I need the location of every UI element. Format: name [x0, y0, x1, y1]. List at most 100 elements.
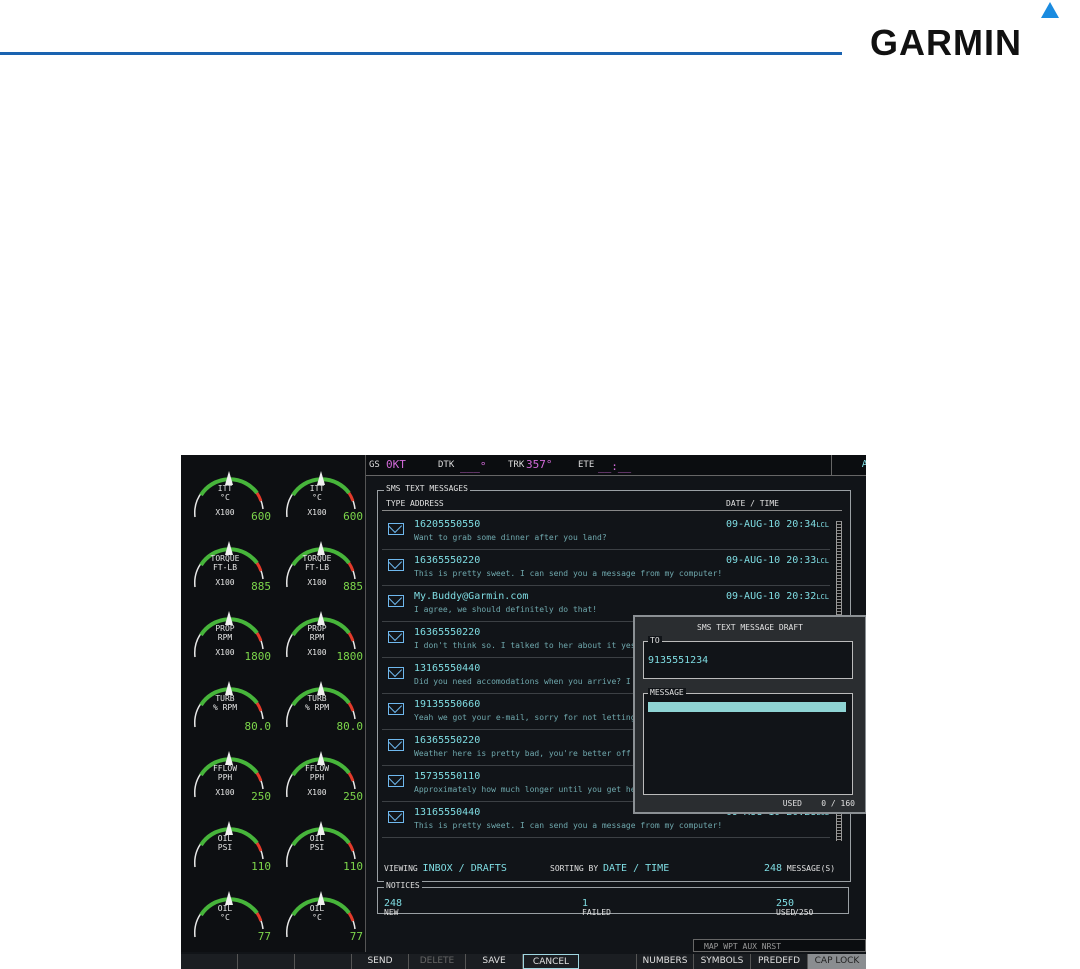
ete-label: ETE [578, 460, 595, 470]
gauge-label-2: PSI [217, 843, 233, 852]
gauge-label-2: PPH [309, 773, 325, 782]
symbols-softkey[interactable]: SYMBOLS [694, 954, 751, 969]
notices-failed: FAILED 1 [582, 898, 611, 917]
engine-gauge: TURB% RPM 80.0 [277, 669, 369, 739]
to-value: 9135551234 [648, 655, 709, 666]
used-label-n: USED [776, 908, 796, 917]
gauge-value: 885 [251, 580, 271, 593]
draft-title: SMS TEXT MESSAGE DRAFT [697, 623, 803, 632]
save-softkey[interactable]: SAVE [466, 954, 523, 969]
message-preview: This is pretty sweet. I can send you a m… [414, 569, 723, 578]
dtk-label: DTK [438, 460, 455, 470]
used-max-n: /250 [794, 908, 814, 917]
gauge-label-2: FT-LB [212, 563, 238, 572]
gauge-value: 600 [343, 510, 363, 523]
gauge-label-2: °C [312, 493, 322, 502]
gauge-value: 80.0 [336, 720, 364, 733]
message-address: My.Buddy@Garmin.com [414, 591, 529, 602]
gauge-label-1: PROP [215, 624, 235, 633]
envelope-icon [388, 559, 404, 571]
viewing-value[interactable]: INBOX / DRAFTS [423, 863, 507, 874]
message-preview: I don't think so. I talked to her about … [414, 641, 646, 650]
g1000-display: ITT °C X100 600 TORQUE FT-LB X100 885 PROP RPM X10… [181, 455, 866, 969]
message-address: 16205550550 [414, 519, 481, 530]
gs-value: 0KT [386, 458, 406, 471]
send-softkey[interactable]: SEND [352, 954, 409, 969]
sorting-value[interactable]: DATE / TIME [603, 863, 669, 874]
col-address: ADDRESS [410, 499, 444, 508]
gs-label: GS [369, 460, 380, 470]
gauge-value: 250 [343, 790, 363, 803]
engine-indication-strip: ITT °C X100 600 TORQUE FT-LB X100 885 PROP RPM X10… [181, 455, 366, 952]
header-divider [382, 510, 842, 511]
gauge-value: 885 [343, 580, 363, 593]
message-preview: Yeah we got your e-mail, sorry for not l… [414, 713, 646, 722]
message-preview: Did you need accomodations when you arri… [414, 677, 641, 686]
message-field[interactable]: MESSAGE [643, 688, 853, 795]
message-address: 13165550440 [414, 807, 481, 818]
envelope-icon [388, 523, 404, 535]
gauge-label-1: FFLOW [304, 764, 330, 773]
used-label: USED [782, 799, 802, 808]
softkey-8[interactable] [580, 954, 637, 969]
delete-softkey[interactable]: DELETE [409, 954, 466, 969]
col-type: TYPE [386, 499, 406, 508]
count-value: 248 [764, 863, 783, 874]
sorting-label: SORTING BY [550, 864, 599, 873]
message-address: 16365550220 [414, 627, 481, 638]
softkey-3[interactable] [295, 954, 352, 969]
softkey-bar: SEND DELETE SAVE CANCEL NUMBERS SYMBOLS … [181, 954, 866, 969]
sms-draft-window: SMS TEXT MESSAGE DRAFT TO 9135551234 MES… [633, 615, 866, 814]
ete-value: __:__ [598, 460, 632, 473]
gauge-label-2: PPH [217, 773, 233, 782]
message-label: MESSAGE [648, 688, 686, 697]
softkey-2[interactable] [238, 954, 295, 969]
engine-gauge: PROP RPM X100 1800 [185, 599, 277, 669]
gauge-label-2: RPM [309, 633, 325, 642]
gauge-label-2: °C [220, 493, 230, 502]
gauge-label-2: % RPM [304, 703, 330, 712]
engine-gauge: OIL °C 77 [277, 879, 369, 949]
engine-gauge: OIL °C 77 [185, 879, 277, 949]
viewing-label: VIEWING [384, 864, 418, 873]
viewing-info: VIEWING INBOX / DRAFTS [384, 863, 507, 874]
sorting-info: SORTING BY DATE / TIME [550, 863, 669, 874]
engine-gauge: PROP RPM X100 1800 [277, 599, 369, 669]
message-datetime: 09-AUG-10 20:34LCL [726, 519, 829, 530]
cancel-softkey[interactable]: CANCEL [523, 954, 579, 969]
garmin-logo-triangle-icon [1041, 2, 1059, 18]
numbers-softkey[interactable]: NUMBERS [637, 954, 694, 969]
message-row[interactable]: 16205550550 Want to grab some dinner afte… [382, 513, 830, 550]
char-used: USED 0 / 160 [783, 799, 855, 808]
gauge-label-2: °C [220, 913, 230, 922]
gauge-label-2: FT-LB [304, 563, 330, 572]
message-preview: This is pretty sweet. I can send you a m… [414, 821, 723, 830]
gauge-value: 600 [251, 510, 271, 523]
to-field[interactable]: TO 9135551234 [643, 636, 853, 679]
message-date: 09-AUG-10 [726, 519, 781, 530]
engine-gauge: TORQUE FT-LB X100 885 [185, 529, 277, 599]
message-preview: Approximately how much longer until you … [414, 785, 646, 794]
engine-gauge: ITT °C X100 600 [185, 459, 277, 529]
gauge-label-2: RPM [217, 633, 233, 642]
engine-gauge: OIL PSI 110 [185, 809, 277, 879]
message-address: 16365550220 [414, 555, 481, 566]
failed-label: FAILED [582, 908, 611, 917]
cap-lock-softkey[interactable]: CAP LOCK [808, 954, 866, 969]
softkey-1[interactable] [181, 954, 238, 969]
gauge-label-2: °C [312, 913, 322, 922]
predefd-softkey[interactable]: PREDEFD [751, 954, 808, 969]
gauge-label-1: TORQUE [210, 554, 240, 563]
count-label: MESSAGE(S) [786, 864, 836, 873]
engine-gauge: ITT °C X100 600 [277, 459, 369, 529]
gauge-value: 77 [349, 930, 363, 943]
notices-panel: NOTICES NEW 248 FAILED 1 USED 250/250 [377, 881, 849, 917]
engine-gauge: FFLOW PPH X100 250 [277, 739, 369, 809]
envelope-icon [388, 631, 404, 643]
message-tz: LCL [816, 557, 829, 565]
message-row[interactable]: 16365550220 This is pretty sweet. I can s… [382, 549, 830, 586]
gauge-value: 110 [343, 860, 363, 873]
gauge-value: 77 [257, 930, 271, 943]
garmin-logo: GARMIN [870, 22, 1022, 63]
message-address: 15735550110 [414, 771, 481, 782]
